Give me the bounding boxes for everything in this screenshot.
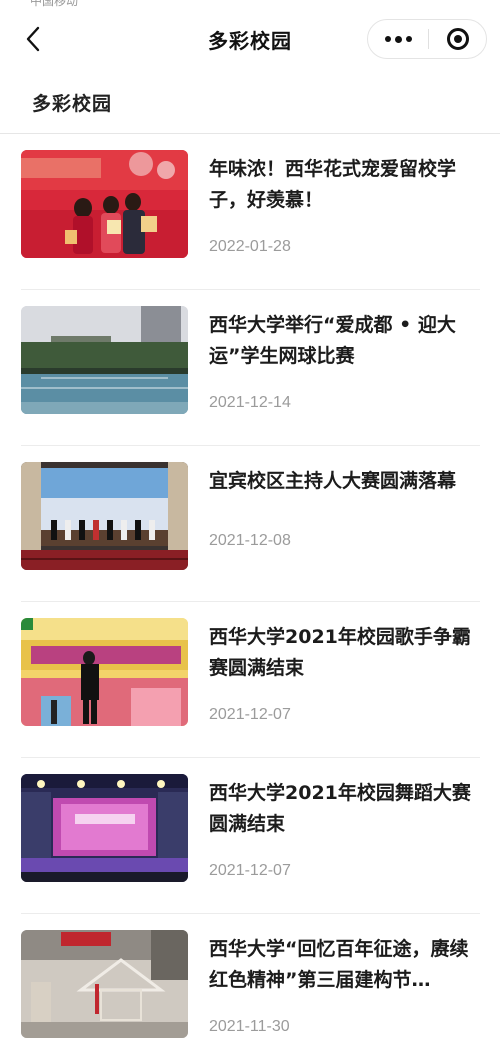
news-thumbnail	[21, 306, 188, 414]
news-date: 2022-01-28	[209, 238, 291, 255]
news-thumbnail	[21, 150, 188, 258]
section-header: 多彩校园	[0, 70, 500, 134]
capsule-menu	[367, 19, 487, 59]
news-item[interactable]: 西华大学举行“爱成都 • 迎大运”学生网球比赛 2021-12-14	[0, 290, 500, 446]
stage-ceremony-photo	[21, 462, 188, 570]
section-title: 多彩校园	[32, 93, 113, 115]
close-button[interactable]	[429, 20, 486, 58]
tennis-court-photo	[21, 306, 188, 414]
news-title: 西华大学2021年校园舞蹈大赛圆满结束	[209, 782, 471, 835]
carrier-label: 中国移动	[30, 0, 79, 8]
nav-bar: 多彩校园	[0, 8, 500, 70]
construction-festival-photo	[21, 930, 188, 1038]
news-item[interactable]: 宜宾校区主持人大赛圆满落幕 2021-12-08	[0, 446, 500, 602]
new-year-photo	[21, 150, 188, 258]
status-bar: 中国移动	[0, 0, 500, 8]
more-button[interactable]	[368, 20, 428, 58]
news-item[interactable]: 西华大学2021年校园舞蹈大赛圆满结束 2021-12-07	[0, 758, 500, 914]
close-dot	[453, 35, 462, 43]
news-thumbnail	[21, 774, 188, 882]
news-thumbnail	[21, 930, 188, 1038]
miniprogram-close-icon	[446, 28, 469, 50]
news-title: 西华大学2021年校园歌手争霸赛圆满结束	[209, 626, 471, 679]
news-date: 2021-12-07	[209, 706, 291, 723]
news-title: 西华大学举行“爱成都 • 迎大运”学生网球比赛	[209, 314, 456, 367]
news-title: 西华大学“回忆百年征途，赓续红色精神”第三届建构节…	[209, 938, 469, 991]
news-thumbnail	[21, 618, 188, 726]
news-title: 宜宾校区主持人大赛圆满落幕	[209, 470, 457, 492]
singer-contest-photo	[21, 618, 188, 726]
news-title: 年味浓！西华花式宠爱留校学子，好羡慕！	[209, 158, 457, 211]
dance-contest-photo	[21, 774, 188, 882]
news-item[interactable]: 年味浓！西华花式宠爱留校学子，好羡慕！ 2022-01-28	[0, 134, 500, 290]
news-date: 2021-12-08	[209, 532, 291, 549]
news-item[interactable]: 西华大学2021年校园歌手争霸赛圆满结束 2021-12-07	[0, 602, 500, 758]
news-date: 2021-12-07	[209, 862, 291, 879]
more-dots-icon	[384, 36, 391, 42]
more-dot	[405, 36, 412, 42]
news-date: 2021-11-30	[209, 1018, 290, 1035]
news-date: 2021-12-14	[209, 394, 291, 411]
news-thumbnail	[21, 462, 188, 570]
more-dot	[394, 35, 402, 43]
news-item[interactable]: 西华大学“回忆百年征途，赓续红色精神”第三届建构节… 2021-11-30	[0, 914, 500, 1057]
